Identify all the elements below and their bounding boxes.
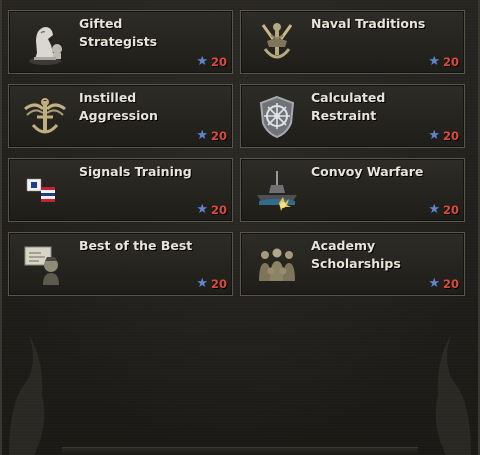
chess-knight-icon — [21, 19, 69, 67]
ornament-right-icon — [435, 335, 471, 455]
cost-value: 20 — [442, 129, 459, 143]
anchor-eagle-icon — [21, 93, 69, 141]
ornament-left-icon — [9, 335, 45, 455]
doctrine-card-naval-traditions[interactable]: Naval Traditions ★ 20 — [240, 10, 465, 74]
doctrine-title: Convoy Warfare — [311, 164, 424, 179]
cost-badge: ★ 20 — [196, 128, 227, 144]
cost-value: 20 — [210, 55, 227, 69]
star-icon: ★ — [196, 128, 208, 143]
cost-value: 20 — [442, 277, 459, 291]
cost-badge: ★ 20 — [428, 202, 459, 218]
cost-value: 20 — [442, 203, 459, 217]
star-icon: ★ — [428, 276, 440, 291]
doctrine-panel: Gifted Strategists ★ 20 Naval Traditions — [0, 0, 480, 455]
cost-badge: ★ 20 — [196, 54, 227, 70]
doctrine-title: Academy Scholarships — [311, 238, 401, 271]
star-icon: ★ — [196, 54, 208, 69]
doctrine-title: Gifted Strategists — [79, 16, 158, 49]
cost-badge: ★ 20 — [428, 54, 459, 70]
cost-value: 20 — [210, 277, 227, 291]
doctrine-title: Signals Training — [79, 164, 192, 179]
cost-badge: ★ 20 — [428, 276, 459, 292]
cost-value: 20 — [210, 129, 227, 143]
doctrine-card-gifted-strategists[interactable]: Gifted Strategists ★ 20 — [8, 10, 233, 74]
cadets-group-icon — [253, 241, 301, 289]
star-icon: ★ — [428, 54, 440, 69]
cost-badge: ★ 20 — [428, 128, 459, 144]
cost-badge: ★ 20 — [196, 202, 227, 218]
doctrine-grid: Gifted Strategists ★ 20 Naval Traditions — [8, 10, 465, 296]
doctrine-title: Instilled Aggression — [79, 90, 158, 123]
ship-wheel-shield-icon — [253, 93, 301, 141]
cost-value: 20 — [210, 203, 227, 217]
submarine-explosion-icon — [253, 167, 301, 215]
doctrine-card-signals-training[interactable]: Signals Training ★ 20 — [8, 158, 233, 222]
cost-value: 20 — [442, 55, 459, 69]
doctrine-title: Calculated Restraint — [311, 90, 386, 123]
star-icon: ★ — [196, 202, 208, 217]
doctrine-card-best-of-the-best[interactable]: Best of the Best ★ 20 — [8, 232, 233, 296]
signal-flags-icon — [21, 167, 69, 215]
star-icon: ★ — [196, 276, 208, 291]
bottom-strip — [62, 447, 418, 455]
doctrine-title: Best of the Best — [79, 238, 193, 253]
officer-portrait-icon — [21, 241, 69, 289]
anchor-sword-icon — [253, 19, 301, 67]
doctrine-card-convoy-warfare[interactable]: Convoy Warfare ★ 20 — [240, 158, 465, 222]
doctrine-card-academy-scholarships[interactable]: Academy Scholarships ★ 20 — [240, 232, 465, 296]
doctrine-card-calculated-restraint[interactable]: Calculated Restraint ★ 20 — [240, 84, 465, 148]
star-icon: ★ — [428, 202, 440, 217]
cost-badge: ★ 20 — [196, 276, 227, 292]
doctrine-card-instilled-aggression[interactable]: Instilled Aggression ★ 20 — [8, 84, 233, 148]
star-icon: ★ — [428, 128, 440, 143]
doctrine-title: Naval Traditions — [311, 16, 426, 31]
